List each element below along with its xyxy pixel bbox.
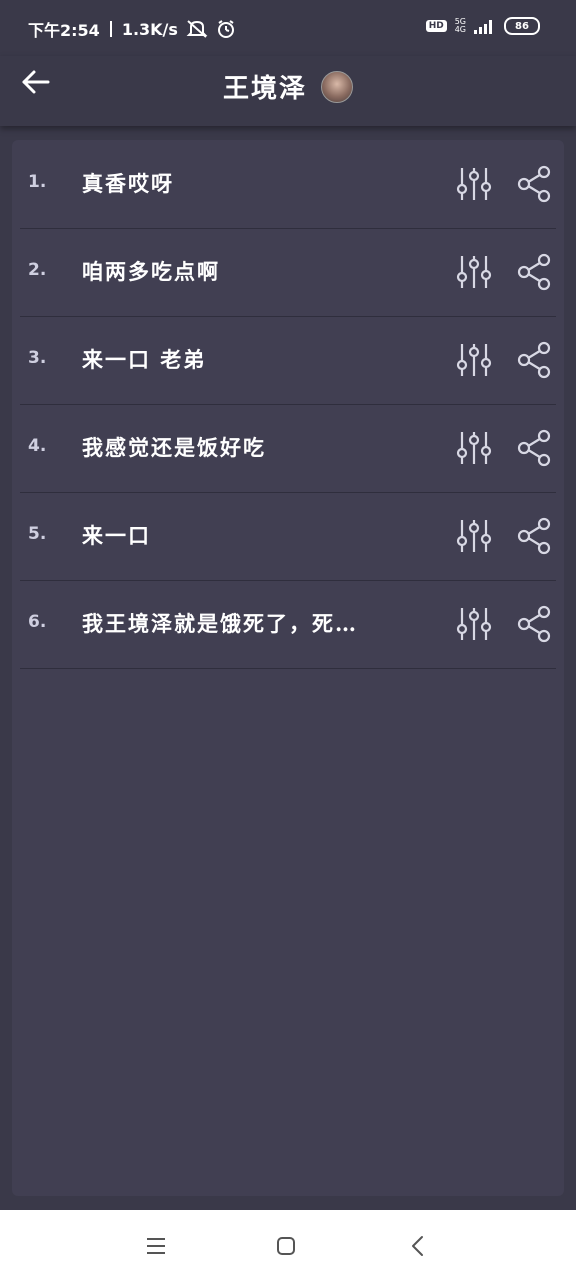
- sliders-icon[interactable]: [454, 604, 494, 644]
- list-item-title[interactable]: 真香哎呀: [82, 168, 402, 198]
- share-icon[interactable]: [514, 604, 554, 644]
- list-item[interactable]: 2. 咱两多吃点啊: [20, 228, 556, 317]
- share-icon[interactable]: [514, 340, 554, 380]
- status-network-speed: 1.3K/s: [121, 19, 178, 39]
- menu-icon[interactable]: [144, 1234, 168, 1258]
- list-item-index: 1.: [28, 172, 47, 192]
- hd-badge: HD: [425, 20, 447, 32]
- list-item-title[interactable]: 来一口 老弟: [82, 344, 402, 374]
- list-item[interactable]: 3. 来一口 老弟: [20, 316, 556, 405]
- sliders-icon[interactable]: [454, 428, 494, 468]
- network-type-bottom: 4G: [454, 25, 466, 34]
- status-right: HD 5G 4G 86: [425, 17, 540, 35]
- system-nav-bar: [0, 1210, 576, 1280]
- list-item[interactable]: 1. 真香哎呀: [20, 140, 556, 229]
- alarm-icon: [217, 20, 234, 38]
- list-item[interactable]: 4. 我感觉还是饭好吃: [20, 404, 556, 493]
- network-type: 5G 4G: [455, 18, 466, 34]
- status-bar: 下午2:54 1.3K/s HD 5G 4G 86: [0, 0, 576, 56]
- list-item-index: 5.: [28, 524, 47, 544]
- sliders-icon[interactable]: [454, 164, 494, 204]
- square-home-icon[interactable]: [274, 1234, 298, 1258]
- page-title: 王境泽: [222, 74, 307, 104]
- app-bar: 王境泽: [0, 56, 576, 126]
- status-separator: [109, 21, 112, 37]
- list-item-index: 4.: [28, 436, 47, 456]
- share-icon[interactable]: [514, 516, 554, 556]
- sliders-icon[interactable]: [454, 340, 494, 380]
- list-item-title[interactable]: 我王境泽就是饿死了，死…: [82, 608, 402, 638]
- share-icon[interactable]: [514, 164, 554, 204]
- list-item[interactable]: 5. 来一口: [20, 492, 556, 581]
- signal-icon: [474, 20, 492, 34]
- share-icon[interactable]: [514, 428, 554, 468]
- list-item[interactable]: 6. 我王境泽就是饿死了，死…: [20, 580, 556, 669]
- battery-indicator: 86: [504, 17, 540, 35]
- avatar[interactable]: [321, 70, 353, 103]
- sliders-icon[interactable]: [454, 252, 494, 292]
- share-icon[interactable]: [514, 252, 554, 292]
- list-item-title[interactable]: 来一口: [82, 520, 402, 550]
- list-item-index: 3.: [28, 348, 47, 368]
- status-time: 下午2:54: [28, 21, 100, 40]
- status-left: 下午2:54 1.3K/s: [28, 17, 236, 41]
- chevron-left-icon[interactable]: [406, 1234, 430, 1258]
- list-item-title[interactable]: 我感觉还是饭好吃: [82, 432, 402, 462]
- list-item-index: 2.: [28, 260, 47, 280]
- sound-list-card: 1. 真香哎呀 2. 咱两多吃点啊 3. 来一口 老弟 4. 我感觉还是饭好吃 …: [12, 140, 564, 1196]
- title-group: 王境泽: [0, 68, 576, 105]
- list-item-index: 6.: [28, 612, 47, 632]
- muted-bell-icon: [186, 20, 208, 38]
- list-item-title[interactable]: 咱两多吃点啊: [82, 256, 402, 286]
- sliders-icon[interactable]: [454, 516, 494, 556]
